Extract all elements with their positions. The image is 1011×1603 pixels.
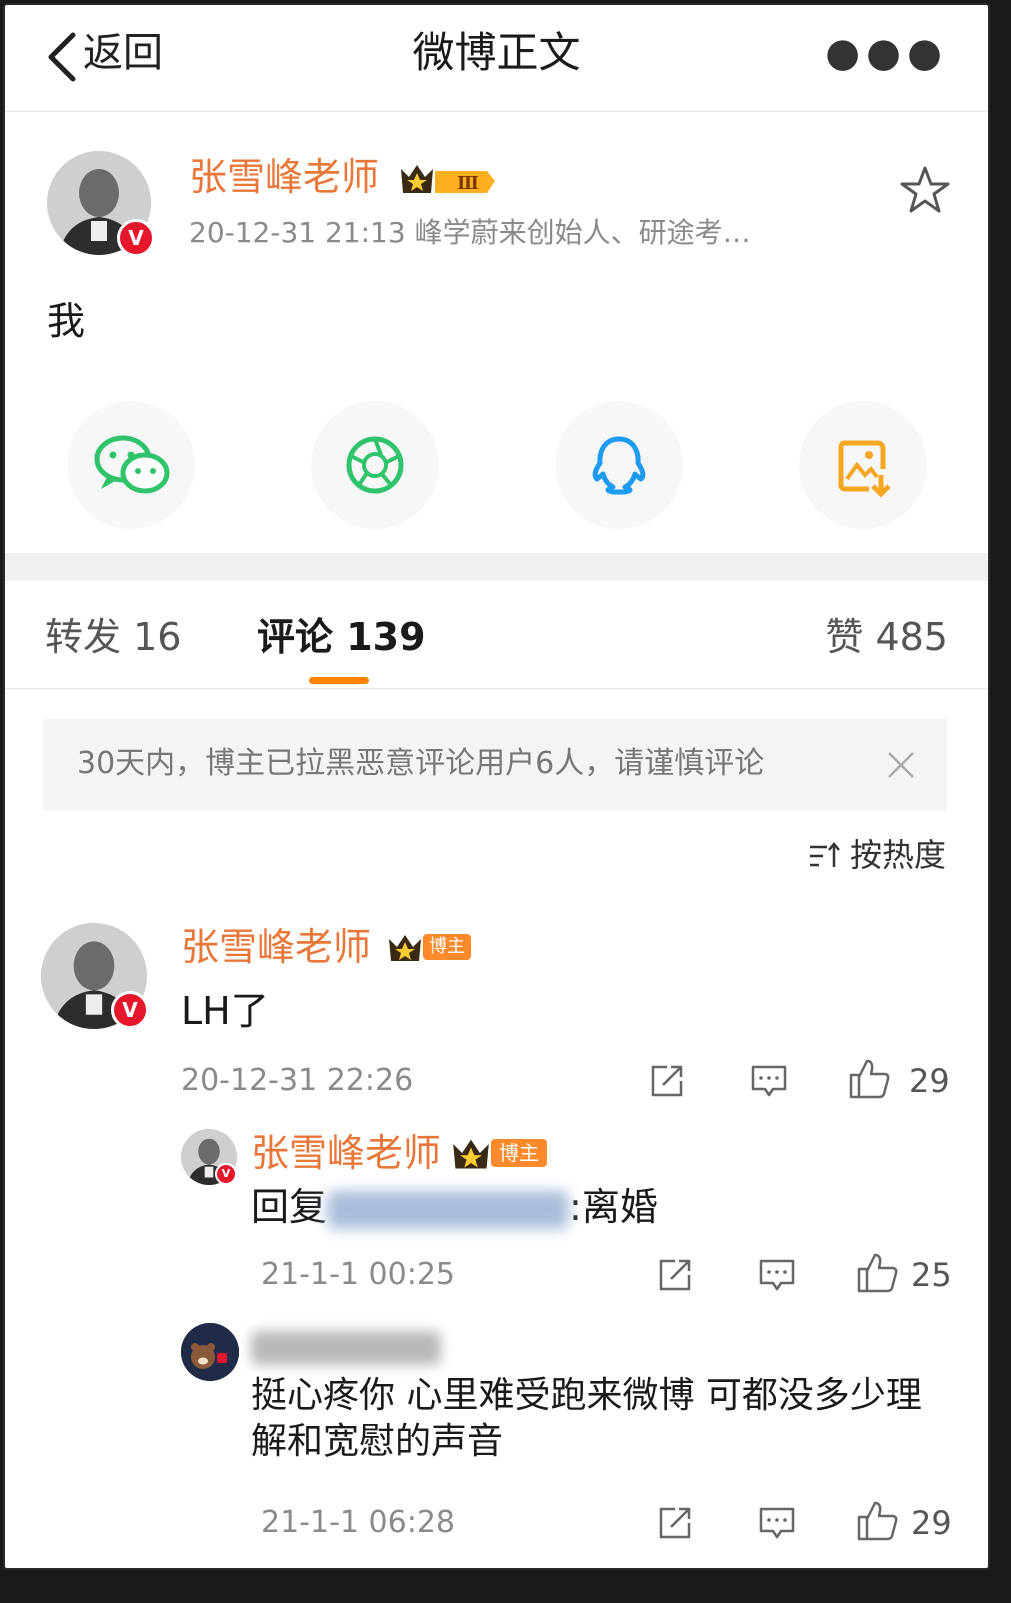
tab-reposts[interactable]: 转发 16 <box>45 611 181 663</box>
host-badge-label: 博主 <box>423 934 471 960</box>
wechat-icon <box>94 435 170 494</box>
comment-text: LH了 <box>181 989 269 1033</box>
like-icon[interactable] <box>855 1499 899 1543</box>
share-moments-button[interactable] <box>311 401 439 529</box>
blurred-commenter-name[interactable] <box>251 1331 441 1365</box>
tabs-divider <box>5 688 988 689</box>
post-meta: 20-12-31 21:13 峰学蔚来创始人、研途考… <box>189 216 751 249</box>
verified-badge-icon: V <box>117 219 155 257</box>
comment-time: 20-12-31 22:26 <box>181 1063 414 1098</box>
reply-icon[interactable] <box>757 1255 797 1295</box>
reply-prefix: 回复 <box>251 1185 328 1229</box>
reply-suffix: :离婚 <box>569 1185 658 1229</box>
tab-likes[interactable]: 赞 485 <box>825 611 948 663</box>
moments-icon <box>346 436 404 494</box>
author-host-badge: 博主 <box>387 931 471 963</box>
like-count: 29 <box>909 1062 950 1100</box>
like-count: 25 <box>911 1256 952 1294</box>
reply-text: 回复 :离婚 <box>251 1181 658 1233</box>
header-divider <box>5 111 988 112</box>
reply-author-name[interactable]: 张雪峰老师 <box>251 1129 441 1177</box>
weibo-screen: 返回 微博正文 ●●● V 张雪峰老师 Ⅲ 20-12-31 21:13 峰学蔚… <box>3 3 990 1570</box>
crown-icon <box>453 1139 489 1169</box>
author-host-badge: 博主 <box>451 1135 547 1171</box>
reply-icon[interactable] <box>757 1503 797 1543</box>
commenter-avatar[interactable] <box>181 1323 239 1381</box>
like-icon[interactable] <box>855 1251 899 1295</box>
close-icon[interactable] <box>885 749 917 781</box>
blurred-username <box>327 1190 570 1229</box>
block-notice-text: 30天内，博主已拉黑恶意评论用户6人，请谨慎评论 <box>77 746 765 781</box>
comment-text: 挺心疼你 心里难受跑来微博 可都没多少理解和宽慰的声音 <box>251 1375 922 1462</box>
sort-icon[interactable] <box>807 839 841 873</box>
share-qq-button[interactable] <box>555 401 683 529</box>
more-options-icon[interactable]: ●●● <box>825 33 948 73</box>
like-icon[interactable] <box>847 1057 891 1101</box>
post-body: 我 <box>47 299 86 343</box>
sort-by-hot-button[interactable]: 按热度 <box>850 833 946 877</box>
reply-icon[interactable] <box>749 1061 789 1101</box>
post-author-name[interactable]: 张雪峰老师 <box>189 153 379 201</box>
share-icon[interactable] <box>655 1255 695 1295</box>
qq-icon <box>592 436 646 495</box>
share-icon[interactable] <box>647 1061 687 1101</box>
host-badge-label: 博主 <box>491 1139 547 1167</box>
verified-badge-icon: V <box>215 1163 237 1185</box>
reply-time: 21-1-1 00:25 <box>261 1257 455 1292</box>
comment-author-name[interactable]: 张雪峰老师 <box>181 923 371 971</box>
comment-time: 21-1-1 06:28 <box>261 1505 455 1540</box>
like-count: 29 <box>911 1504 952 1542</box>
member-level-text: Ⅲ <box>457 173 479 194</box>
member-crown-icon: Ⅲ <box>401 165 495 194</box>
active-tab-indicator <box>309 677 369 684</box>
crown-icon <box>389 935 421 961</box>
save-image-button[interactable] <box>799 401 927 529</box>
share-icon[interactable] <box>655 1503 695 1543</box>
tab-comments[interactable]: 评论 139 <box>257 611 426 663</box>
section-separator <box>5 553 988 581</box>
share-wechat-button[interactable] <box>67 401 195 529</box>
verified-badge-icon: V <box>111 991 149 1029</box>
favorite-star-icon[interactable] <box>899 165 951 217</box>
bear-avatar-icon <box>181 1323 239 1381</box>
save-image-icon <box>838 440 891 498</box>
